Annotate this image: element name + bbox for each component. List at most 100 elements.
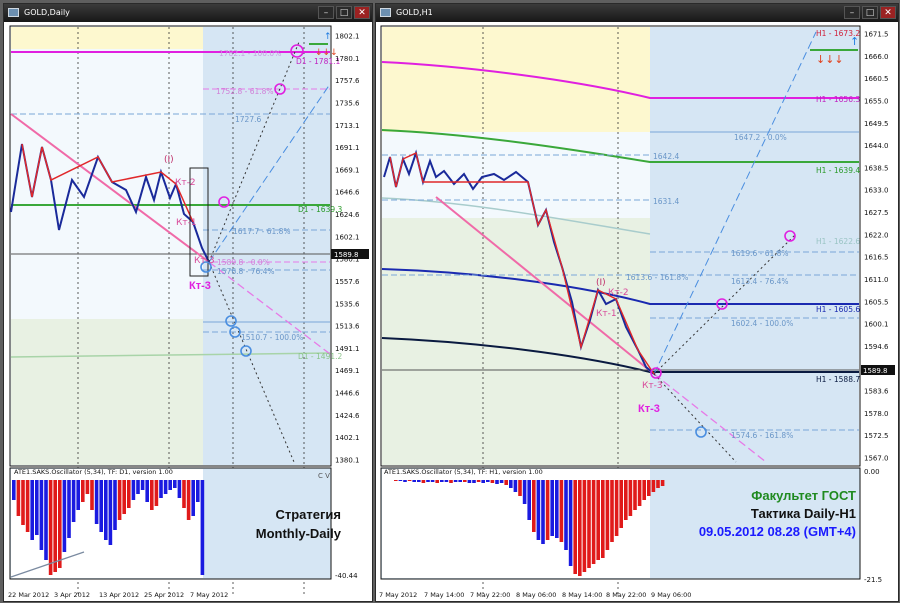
price-tick-label: 1757.6: [335, 77, 360, 85]
oscillator-bar: [117, 480, 122, 520]
price-tick-label: 1446.6: [335, 390, 360, 398]
oscillator-bar: [458, 480, 462, 482]
oscillator-bar: [39, 480, 44, 550]
oscillator-bar: [412, 480, 416, 482]
oscillator-bar: [536, 480, 541, 540]
price-tick-label: 1557.6: [335, 278, 360, 286]
label-h1-magenta: H1 - 1656.3: [816, 95, 860, 104]
daily-chart-canvas[interactable]: ↓↓↓ ↑ D1 - 1781.1 1782.1 - 100.0% 1752.8…: [4, 22, 370, 601]
window-titlebar-h1[interactable]: GOLD,H1 – □ ✕: [376, 4, 898, 22]
time-tick-label: 8 May 14:00: [562, 591, 602, 599]
oscillator-bar: [476, 480, 481, 482]
oscillator-bar: [398, 480, 403, 481]
oscillator-bar: [440, 480, 444, 482]
annotation-kt1: Кт-1: [596, 309, 617, 319]
price-tick-label: 1655.0: [864, 97, 889, 105]
oscillator-bar: [76, 480, 80, 510]
price-tick-label: 1567.0: [864, 455, 889, 463]
price-tick-label: 1691.1: [335, 144, 360, 152]
label-fib-1576: 1576.8 - 76.4%: [217, 267, 275, 276]
oscillator-bar: [421, 480, 426, 483]
chart-window-h1[interactable]: GOLD,H1 – □ ✕ ↓↓↓ ↑ H1 - 1673.2 H1 - 165…: [375, 3, 899, 602]
window-title-h1: GOLD,H1: [396, 8, 433, 17]
price-tick-label: 1605.5: [864, 298, 889, 306]
oscillator-bar: [532, 480, 536, 532]
svg-text:↓↓↓: ↓↓↓: [816, 53, 844, 66]
oscillator-bar: [104, 480, 108, 540]
oscillator-bar: [196, 480, 200, 502]
oscillator-bar: [601, 480, 605, 558]
price-tick-label: 1669.1: [335, 166, 360, 174]
oscillator-bar: [85, 480, 90, 494]
price-tick-label: 1638.5: [864, 164, 889, 172]
price-tick-label: 1513.6: [335, 323, 360, 331]
oscillator-bar: [200, 480, 205, 575]
oscillator-bar: [591, 480, 596, 564]
minimize-button[interactable]: –: [844, 6, 860, 19]
oscillator-bar: [163, 480, 168, 494]
maximize-button[interactable]: □: [862, 6, 878, 19]
oscillator-bar: [417, 480, 421, 482]
label-fib-1642: 1642.4: [653, 152, 679, 161]
price-tick-label: 1535.6: [335, 300, 360, 308]
label-fib-1574: 1574.6 - 161.8%: [731, 431, 793, 440]
close-button[interactable]: ✕: [354, 6, 370, 19]
price-tick-label: 1666.0: [864, 53, 889, 61]
oscillator-axis-top-h1: 0.00: [864, 468, 880, 476]
time-tick-label: 13 Apr 2012: [99, 591, 139, 599]
oscillator-bar: [444, 480, 449, 482]
label-fib-1619: 1619.6 - 61.8%: [731, 249, 789, 258]
oscillator-bar: [550, 480, 554, 536]
h1-chart-canvas[interactable]: ↓↓↓ ↑ H1 - 1673.2 H1 - 1656.3 1647.2 - 0…: [376, 22, 896, 601]
oscillator-bar: [435, 480, 439, 483]
oscillator-bar: [596, 480, 600, 560]
price-axis-daily: 1802.1 1780.1 1757.6 1735.6 1713.1 1691.1 1669…: [335, 33, 360, 465]
label-fib-1617: 1617.7 - 61.8%: [233, 227, 291, 236]
price-tick-label: 1616.5: [864, 254, 889, 262]
price-tick-label: 1600.1: [864, 321, 889, 329]
price-tick-label: 1713.1: [335, 122, 360, 130]
maximize-button[interactable]: □: [336, 6, 352, 19]
current-price-label: 1589.8: [863, 367, 888, 375]
price-tick-label: 1583.6: [864, 388, 889, 396]
label-fib-1602: 1602.4 - 100.0%: [731, 319, 793, 328]
oscillator-axis-bottom-daily: -40.44: [335, 572, 358, 580]
label-fib-1510: 1510.7 - 100.0%: [241, 333, 303, 342]
oscillator-bar: [122, 480, 126, 514]
price-tick-label: 1627.5: [864, 209, 889, 217]
oscillator-bar: [541, 480, 545, 544]
oscillator-bar: [407, 480, 412, 481]
oscillator-bar: [168, 480, 172, 490]
oscillator-bar: [182, 480, 186, 508]
price-tick-label: 1644.0: [864, 142, 889, 150]
oscillator-bar: [624, 480, 628, 520]
oscillator-bar: [545, 480, 550, 540]
oscillator-bar: [394, 480, 398, 481]
oscillator-bar: [67, 480, 71, 538]
close-button[interactable]: ✕: [880, 6, 896, 19]
oscillator-bar: [449, 480, 453, 483]
oscillator-bar: [131, 480, 136, 500]
oscillator-bar: [99, 480, 103, 532]
minimize-button[interactable]: –: [318, 6, 334, 19]
oscillator-bar: [573, 480, 577, 574]
time-tick-label: 22 Mar 2012: [8, 591, 49, 599]
oscillator-bar: [58, 480, 62, 568]
zone-bottom-green: [11, 319, 203, 465]
annotation-kt2: Кт-2: [608, 288, 629, 298]
price-tick-label: 1624.6: [335, 211, 360, 219]
label-fib-1613a: 1613.6 - 161.8%: [626, 273, 688, 282]
time-tick-label: 7 May 2012: [379, 591, 417, 599]
time-tick-label: 9 May 06:00: [651, 591, 691, 599]
chart-window-daily[interactable]: GOLD,Daily – □ ✕ ↓↓↓ ↑ D1 - 1781.1 1782.…: [3, 3, 373, 602]
zone-top-yellow: [11, 27, 203, 49]
oscillator-bar: [48, 480, 53, 575]
time-tick-label: 7 May 14:00: [424, 591, 464, 599]
oscillator-bar: [527, 480, 531, 520]
window-titlebar-daily[interactable]: GOLD,Daily – □ ✕: [4, 4, 372, 22]
annotation-wave-i: (I): [596, 278, 606, 288]
oscillator-bar: [637, 480, 642, 506]
oscillator-bar: [472, 480, 476, 483]
time-tick-label: 7 May 22:00: [470, 591, 510, 599]
annotation-kt3-small: Кт-3: [194, 256, 215, 266]
